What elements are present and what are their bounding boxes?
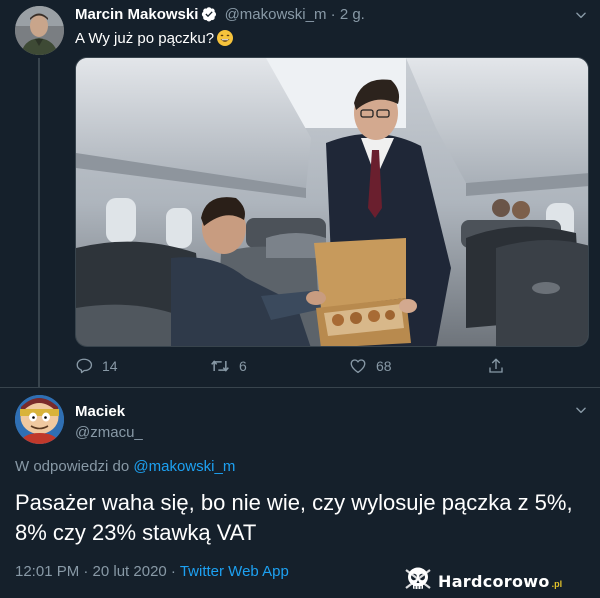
reply-count: 14 <box>102 358 118 374</box>
author-avatar[interactable] <box>15 6 64 55</box>
retweet-button[interactable]: 6 <box>210 357 247 375</box>
tweet-actions: 14 6 68 <box>75 357 515 377</box>
reply-icon <box>75 357 93 375</box>
original-tweet: Marcin Makowski @makowski_m · 2 g. A Wy … <box>0 0 600 388</box>
skull-logo-icon <box>404 566 432 597</box>
heart-icon <box>349 357 367 375</box>
reply-chevron-down-icon[interactable] <box>574 403 588 422</box>
reply-button[interactable]: 14 <box>75 357 118 375</box>
reply-timestamp[interactable]: 12:01 PM · 20 lut 2020 · <box>15 563 176 580</box>
watermark-brand: Hardcorowo <box>438 571 550 591</box>
chevron-down-icon[interactable] <box>574 8 588 22</box>
replying-prefix: W odpowiedzi do <box>15 458 130 475</box>
reply-source[interactable]: Twitter Web App <box>180 563 289 580</box>
thread-line <box>38 58 40 388</box>
share-button[interactable] <box>487 357 505 375</box>
tweet-text: A Wy już po pączku? <box>75 30 234 47</box>
author-handle[interactable]: @makowski_m <box>225 6 327 23</box>
watermark-tld: .pl <box>551 579 563 589</box>
replying-to-link[interactable]: @makowski_m <box>133 458 235 475</box>
tweet-header: Marcin Makowski @makowski_m · 2 g. <box>75 6 365 26</box>
replying-to: W odpowiedzi do @makowski_m <box>15 458 235 475</box>
reply-author-handle[interactable]: @zmacu_ <box>75 424 143 441</box>
watermark: Hardcorowo .pl <box>404 566 592 597</box>
separator-dot: · <box>330 6 336 23</box>
share-icon <box>487 357 505 375</box>
retweet-count: 6 <box>239 358 247 374</box>
verified-icon <box>201 6 217 26</box>
like-button[interactable]: 68 <box>349 357 392 375</box>
reply-meta: 12:01 PM · 20 lut 2020 · Twitter Web App <box>15 563 289 580</box>
tweet-photo[interactable] <box>75 57 589 347</box>
retweet-icon <box>210 357 230 375</box>
reply-author-name[interactable]: Maciek <box>75 403 125 420</box>
grinning-emoji-icon <box>217 30 234 46</box>
tweet-text-content: A Wy już po pączku? <box>75 30 215 47</box>
author-name[interactable]: Marcin Makowski <box>75 6 198 23</box>
reply-text: Pasażer waha się, bo nie wie, czy wylosu… <box>15 490 573 545</box>
like-count: 68 <box>376 358 392 374</box>
reply-author-avatar[interactable] <box>15 395 64 444</box>
tweet-divider <box>0 387 600 388</box>
tweet-time[interactable]: 2 g. <box>340 6 365 23</box>
